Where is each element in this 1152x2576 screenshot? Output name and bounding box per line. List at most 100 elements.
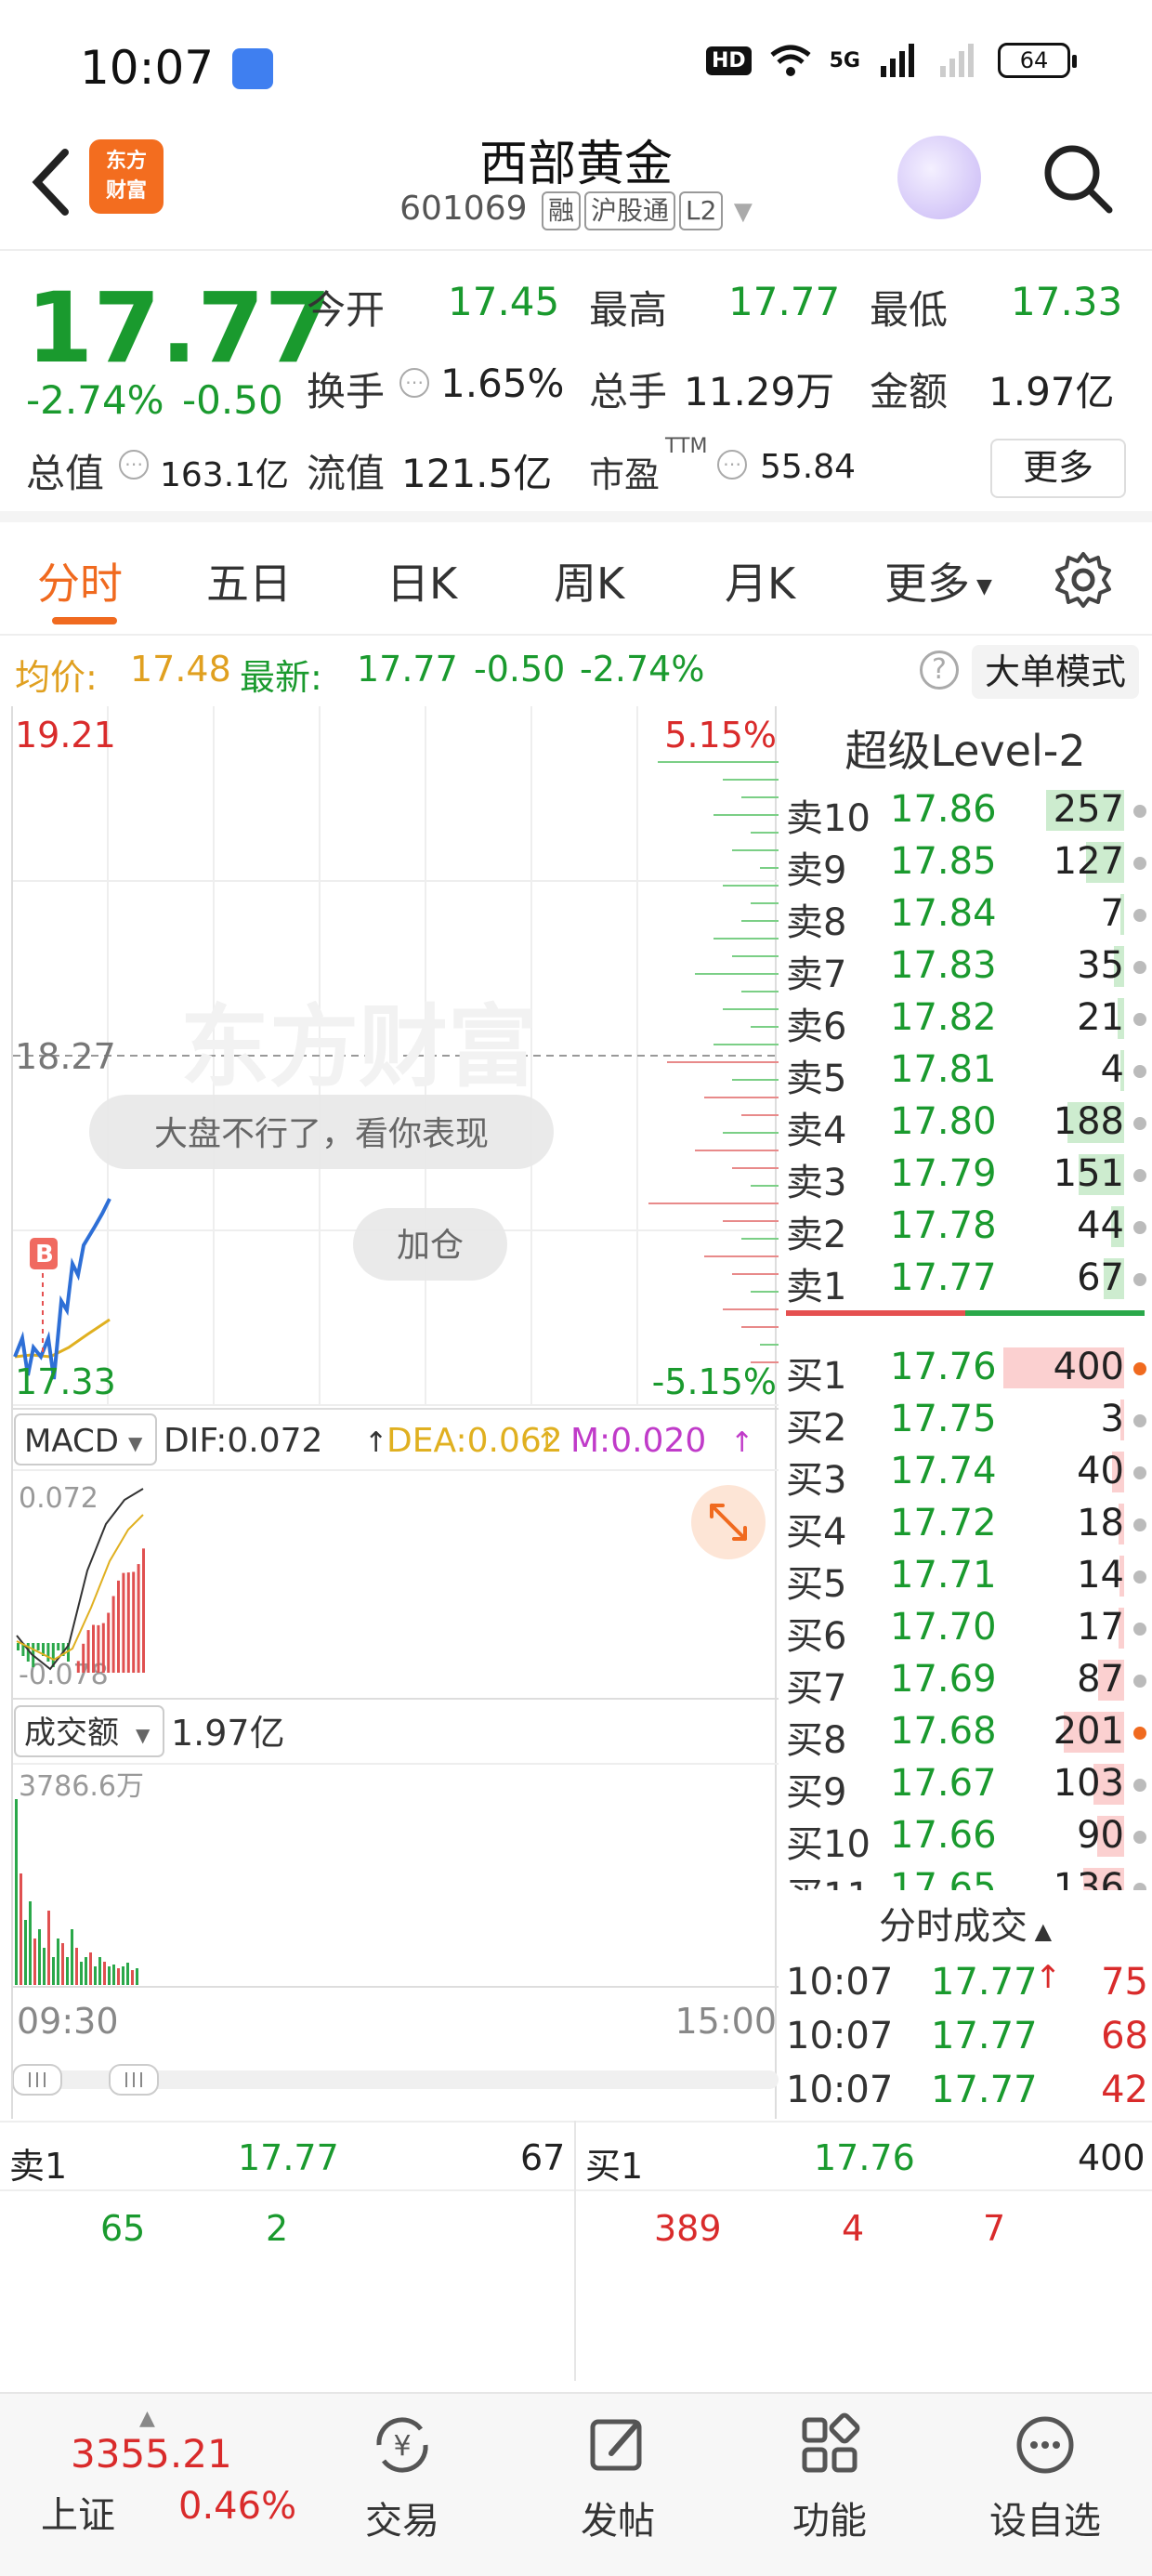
ask-level-row[interactable]: 卖1 17.77 67 [779,1253,1152,1308]
macd-bar [117,1580,120,1673]
ask-level-row[interactable]: 卖9 17.85 127 [779,836,1152,892]
nav-add-watchlist[interactable]: 设自选 [975,2412,1115,2544]
macd-dif: DIF:0.072 [164,1422,322,1460]
bid-level-price: 17.74 [890,1450,997,1492]
bid-level-row[interactable]: 买3 17.74 40 [779,1446,1152,1502]
info-icon[interactable]: ⋯ [717,450,747,480]
ask-level-label: 卖4 [786,1110,847,1152]
index-value: 3355.21 [71,2431,232,2477]
edit-icon [590,2419,642,2471]
macd-axis-top: 0.072 [19,1482,98,1515]
tab-daily-k[interactable]: 日K [386,550,457,611]
amount-indicator-label: 成交额 [24,1715,119,1752]
ask-level-row[interactable]: 卖2 17.78 44 [779,1201,1152,1256]
ask-level-row[interactable]: 卖4 17.80 188 [779,1097,1152,1152]
level-dot-icon [1133,1362,1146,1375]
bid-level-row[interactable]: 买10 17.66 90 [779,1810,1152,1866]
tick-price: 17.77 [931,1961,1038,2004]
amount-value: 1.97亿 [988,369,1115,414]
tab-intraday[interactable]: 分时 [37,550,123,611]
level-dot-icon [1133,1883,1146,1890]
latest-label: 最新: [240,657,322,698]
ask-level-row[interactable]: 卖6 17.82 21 [779,992,1152,1048]
tick-trade-row: 10:07 17.77 42 [786,2065,1148,2117]
gear-icon[interactable] [1054,550,1113,610]
bid-level-row[interactable]: 买8 17.68 201 [779,1706,1152,1762]
ask-level-price: 17.79 [890,1152,997,1195]
network-type: 5G [829,48,860,72]
info-icon[interactable]: ⋯ [399,368,429,398]
ask-level-label: 卖10 [786,797,871,840]
help-icon[interactable]: ? [920,651,959,690]
bid-level-row[interactable]: 买1 17.76 400 [779,1342,1152,1398]
high-label: 最高 [589,287,668,333]
pct-axis-top: 5.15% [664,715,777,756]
bid-level-volume: 87 [1077,1658,1124,1701]
info-icon[interactable]: ⋯ [119,450,149,480]
bid-level-label: 买6 [786,1615,847,1658]
amount-bar [20,1873,22,1985]
amount-bar [38,1929,41,1985]
bid-level-price: 17.75 [890,1398,997,1440]
level-dot-icon [1133,1831,1146,1844]
bid-level-row[interactable]: 买11 17.65 136 [779,1862,1152,1890]
more-quote-button[interactable]: 更多 [990,439,1126,498]
ask-level-row[interactable]: 卖8 17.84 7 [779,888,1152,944]
bid-level-price: 17.69 [890,1658,997,1701]
bid-level-row[interactable]: 买2 17.75 3 [779,1394,1152,1450]
tick-volume: 42 [1101,2069,1148,2111]
bid-level-row[interactable]: 买4 17.72 18 [779,1498,1152,1554]
amount-bar [29,1901,32,1985]
tab-monthly-k[interactable]: 月K [725,550,795,611]
ask-level-volume: 7 [1100,892,1124,935]
bid-level-label: 买1 [786,1355,847,1398]
amount-bar [117,1968,120,1985]
bid-level-row[interactable]: 买9 17.67 103 [779,1758,1152,1814]
tick-trades-title[interactable]: 分时成交 ▲ [779,1896,1152,1950]
change-amount: -0.50 [182,377,283,423]
chevron-down-icon[interactable]: ▼ [734,198,753,226]
status-bar: 10:07 HD 5G 64 [0,0,1152,121]
trade-icon: ¥ [376,2417,428,2473]
intraday-chart-panel[interactable]: 东方财富 B 19.21 18.27 17.33 5.15% -5.15% 大盘… [11,706,779,2119]
ask-level-row[interactable]: 卖10 17.86 257 [779,784,1152,840]
ask-level-label: 卖6 [786,1005,847,1048]
open-value: 17.45 [448,279,560,324]
add-position-label: 加仓 [397,1227,464,1265]
watermark: 东方财富 [180,995,537,1099]
nav-trade[interactable]: ¥ 交易 [333,2412,472,2544]
level2-title: 超级Level-2 [844,726,1086,776]
signal-icon [881,44,914,77]
time-axis-end: 15:00 [674,2001,777,2042]
bid-level-row[interactable]: 买7 17.69 87 [779,1654,1152,1710]
caret-down-icon: ▼ [136,1724,151,1746]
buy-marker-label: B [35,1241,54,1268]
robot-assistant-avatar[interactable] [897,136,981,219]
nav-functions-label: 功能 [792,2500,867,2543]
ask-level-price: 17.77 [890,1256,997,1299]
macd-bar [46,1643,50,1662]
ask-level-label: 卖3 [786,1162,847,1204]
ask-level-row[interactable]: 卖5 17.81 4 [779,1045,1152,1100]
ask-level-row[interactable]: 卖7 17.83 35 [779,940,1152,996]
nav-post[interactable]: 发帖 [548,2412,687,2544]
amount-bar [75,1948,78,1985]
market-cap-label: 总值 [26,451,105,496]
bid-level-label: 买5 [786,1563,847,1606]
big-order-mode-button[interactable]: 大单模式 [972,645,1139,699]
bid-level-row[interactable]: 买5 17.71 14 [779,1550,1152,1606]
tab-five-day[interactable]: 五日 [206,550,292,611]
pe-label: 市盈 [589,454,661,495]
bid-level-row[interactable]: 买6 17.70 17 [779,1602,1152,1658]
intraday-chart[interactable]: 东方财富 B 19.21 18.27 17.33 5.15% -5.15% 大盘… [13,706,779,2119]
search-icon[interactable] [1041,141,1115,216]
level2-order-book: 超级Level-2 卖10 17.86 257 卖9 17.85 127 卖8 17.84 7 卖… [779,706,1152,1890]
tab-more[interactable]: 更多 ▼ [884,550,992,611]
bid-level-price: 17.76 [890,1346,997,1388]
nav-functions[interactable]: 功能 [760,2412,899,2544]
ask-level-row[interactable]: 卖3 17.79 151 [779,1149,1152,1204]
index-ticker[interactable]: ▲ 3355.21 上证 0.46% [41,2407,334,2546]
tab-weekly-k[interactable]: 周K [554,550,624,611]
stock-header: 东方 财富 西部黄金 601069 融沪股通 L2 ▼ [0,121,1152,251]
ask-level-price: 17.81 [890,1048,997,1091]
